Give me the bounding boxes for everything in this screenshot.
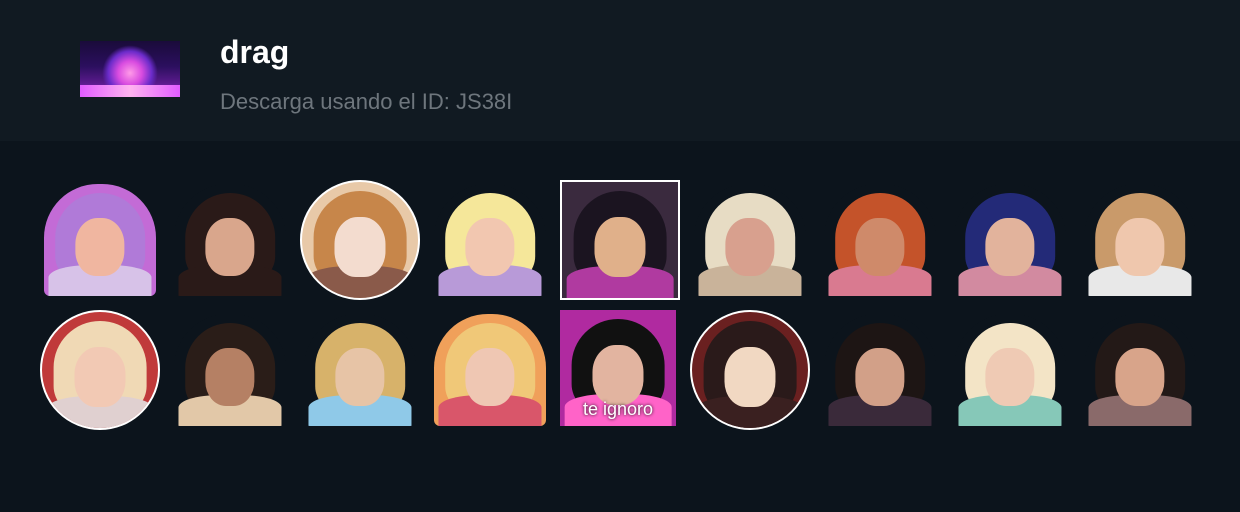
sticker-face xyxy=(855,347,905,406)
sticker-hat-pearls-queen[interactable] xyxy=(300,310,420,430)
sticker-artwork xyxy=(690,310,810,430)
sticker-artwork xyxy=(434,314,546,426)
sticker-artwork xyxy=(434,184,546,296)
sticker-face xyxy=(1115,347,1165,406)
sticker-face xyxy=(465,217,515,276)
pack-title: drag xyxy=(220,34,290,70)
sticker-face xyxy=(594,216,646,278)
sticker-face xyxy=(205,217,255,276)
sticker-artwork xyxy=(40,310,160,430)
sticker-artwork xyxy=(304,314,416,426)
sticker-face xyxy=(75,217,125,276)
sticker-artwork xyxy=(560,180,680,300)
sticker-face xyxy=(334,216,386,278)
sticker-fan-queen[interactable] xyxy=(560,180,680,300)
sticker-artwork xyxy=(44,184,156,296)
sticker-caption: te ignoro xyxy=(582,399,654,419)
sticker-artwork xyxy=(954,184,1066,296)
sticker-heart-glasses-queen[interactable]: te ignoro xyxy=(560,310,680,430)
sticker-rainbow-hair-queen[interactable] xyxy=(430,180,550,300)
sticker-face xyxy=(205,347,255,406)
sticker-crying-blue-hair-queen[interactable] xyxy=(950,180,1070,300)
sticker-smiling-woman-gun[interactable] xyxy=(1080,180,1200,300)
pack-download-id: Descarga usando el ID: JS38I xyxy=(220,89,513,114)
sticker-artwork xyxy=(824,314,936,426)
sticker-artwork: te ignoro xyxy=(560,310,676,426)
sticker-artwork xyxy=(174,314,286,426)
sticker-smiling-queen-gun[interactable] xyxy=(1080,310,1200,430)
sticker-artwork xyxy=(300,180,420,300)
sticker-face xyxy=(985,217,1035,276)
sticker-face xyxy=(724,346,776,408)
sticker-face xyxy=(74,346,126,408)
sticker-steering-wheel-queen[interactable] xyxy=(820,180,940,300)
sticker-kissing-queens[interactable] xyxy=(40,310,160,430)
sticker-dark-hair-queen[interactable] xyxy=(820,310,940,430)
sticker-artwork xyxy=(174,184,286,296)
stage-lights-thumbnail xyxy=(80,41,180,97)
sticker-face xyxy=(985,347,1035,406)
sticker-face xyxy=(855,217,905,276)
sticker-artwork xyxy=(1084,184,1196,296)
pack-header: drag Descarga usando el ID: JS38I xyxy=(0,0,1240,141)
sticker-surprised-queen[interactable] xyxy=(170,180,290,300)
sticker-face xyxy=(465,347,515,406)
sticker-artwork xyxy=(954,314,1066,426)
sticker-artwork xyxy=(1084,314,1196,426)
sticker-face xyxy=(725,217,775,276)
sticker-face xyxy=(592,344,644,406)
sticker-face-mask[interactable] xyxy=(690,310,810,430)
sticker-blonde-queen-gun[interactable] xyxy=(40,180,160,300)
sticker-blonde-wig-queen[interactable] xyxy=(690,180,810,300)
sticker-face xyxy=(335,347,385,406)
sticker-green-gloves-queen[interactable] xyxy=(950,310,1070,430)
sticker-pale-makeup-queen[interactable] xyxy=(300,180,420,300)
sticker-artwork xyxy=(824,184,936,296)
sticker-artwork xyxy=(694,184,806,296)
sticker-drinking-queen[interactable] xyxy=(430,310,550,430)
stage-floor xyxy=(80,85,180,97)
sticker-champagne-queen[interactable] xyxy=(170,310,290,430)
sticker-face xyxy=(1115,217,1165,276)
